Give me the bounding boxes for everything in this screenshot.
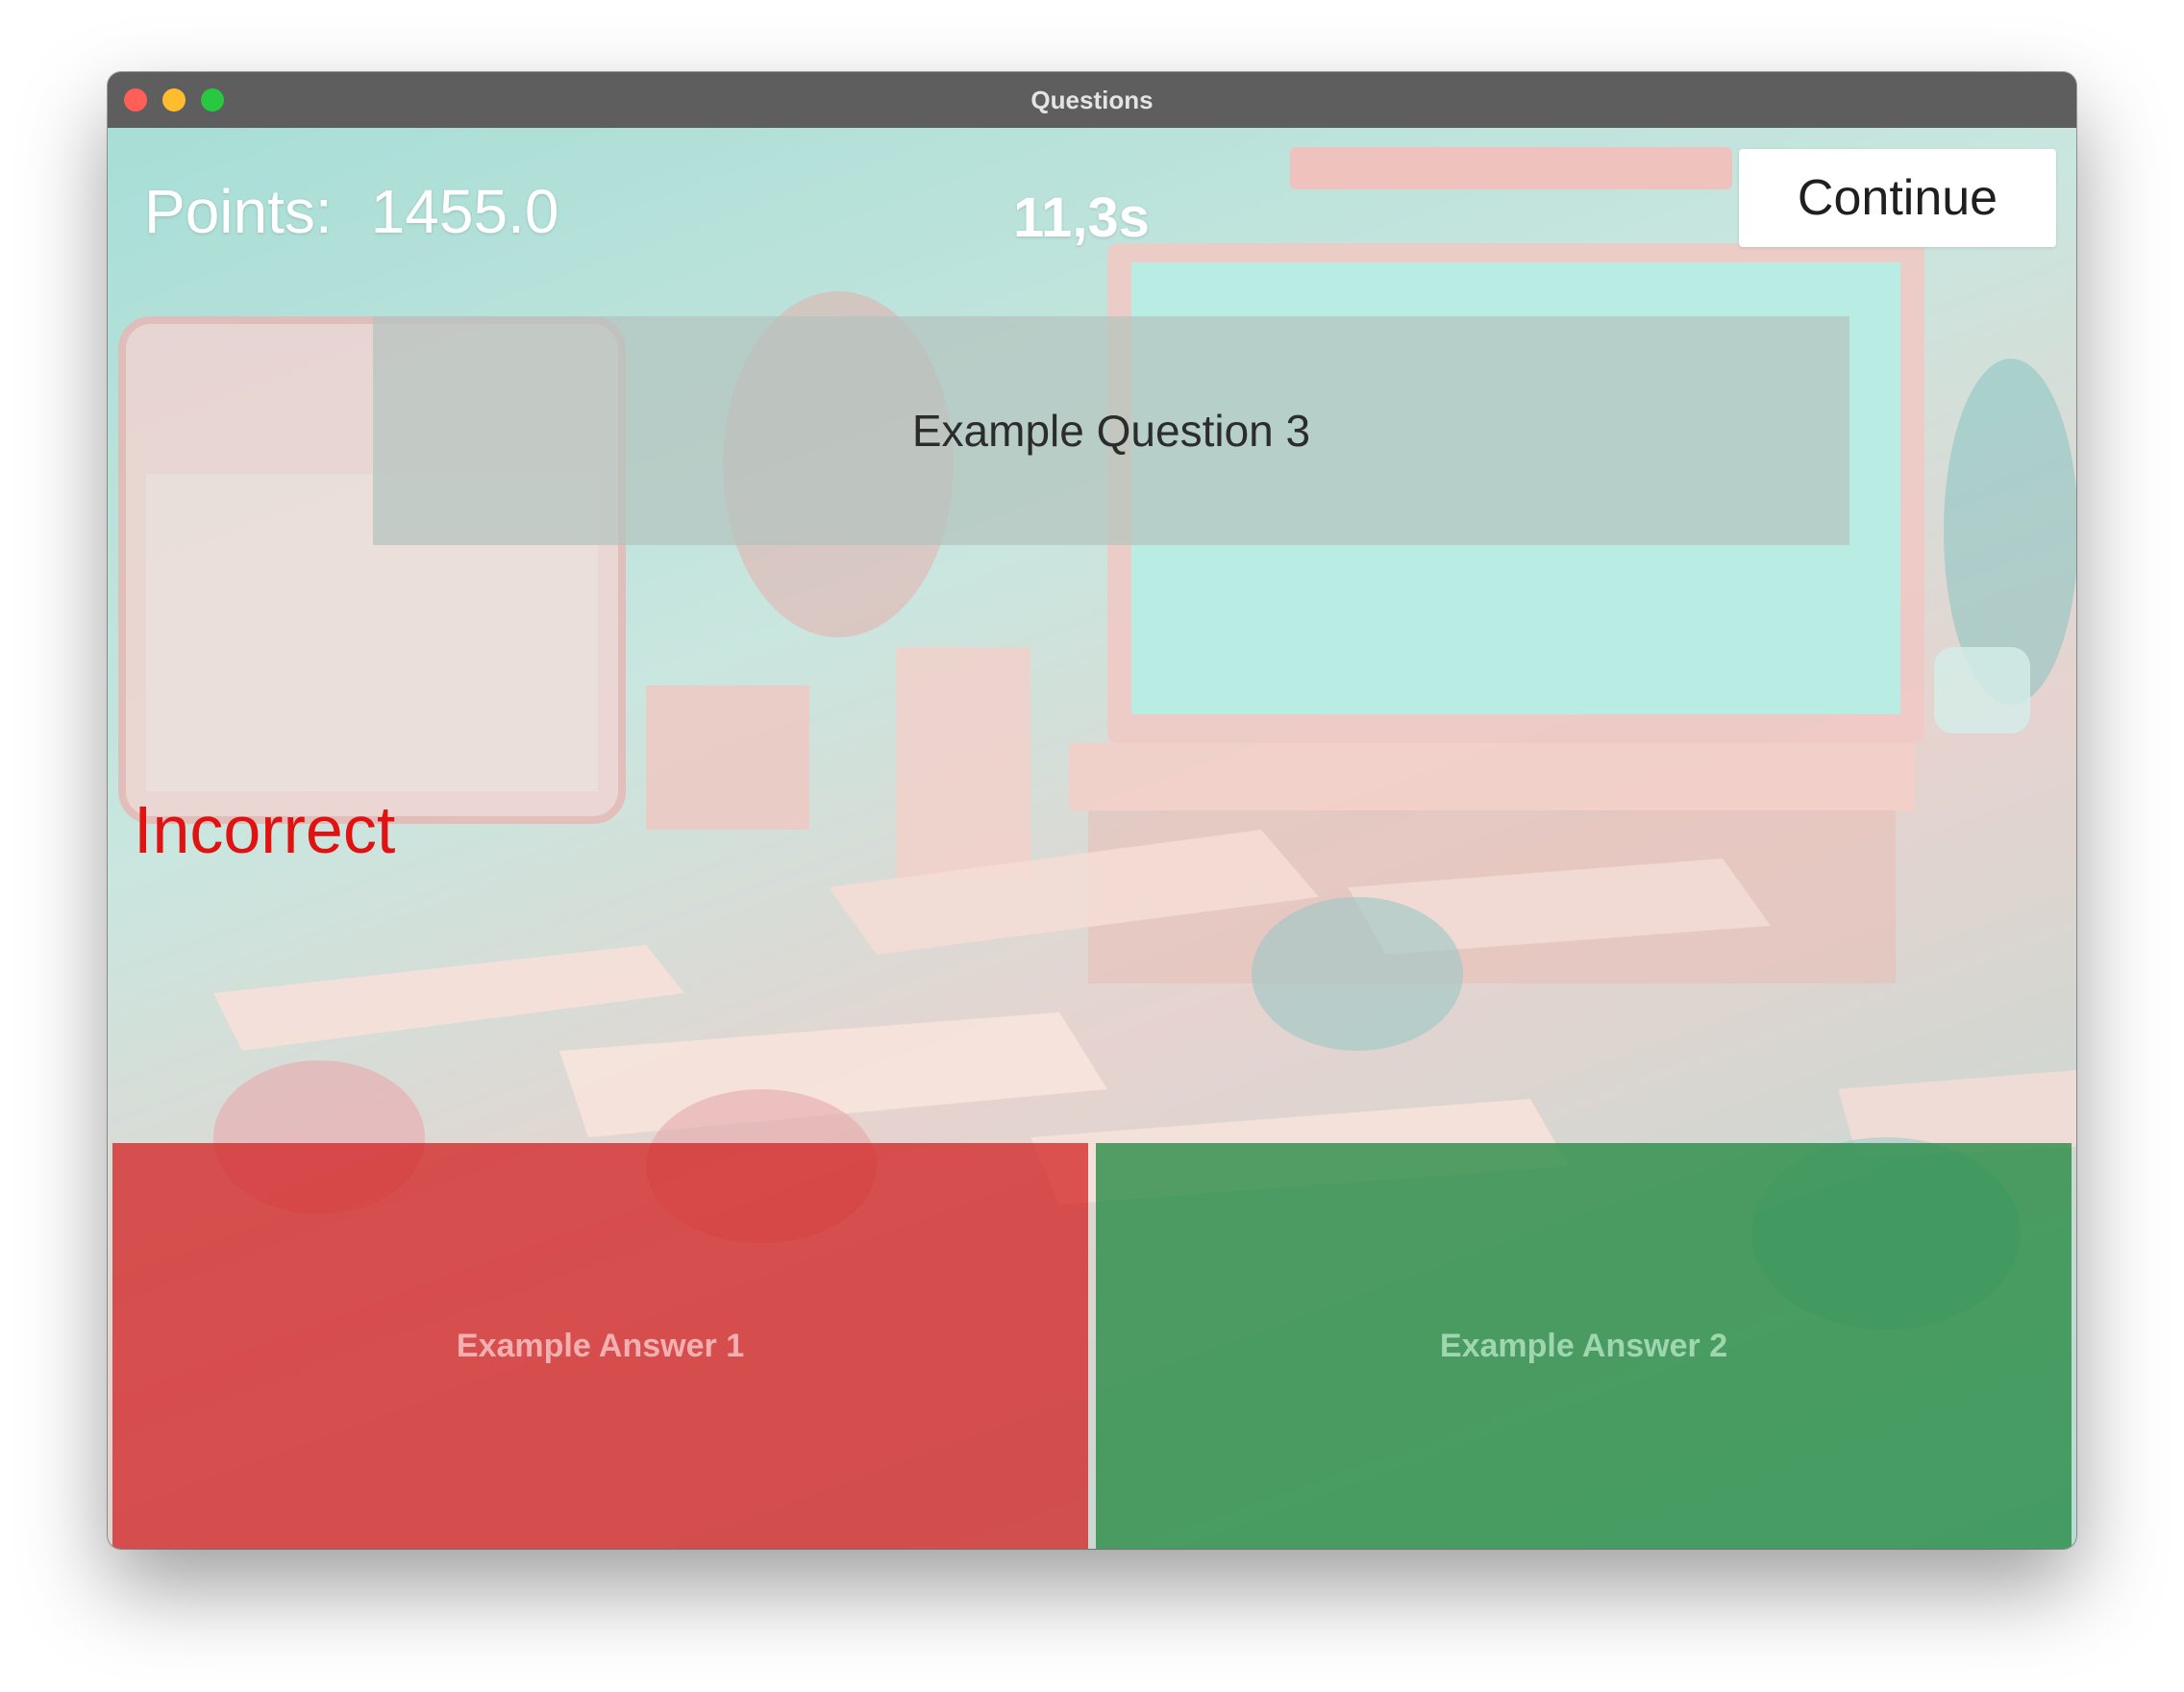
question-panel: Example Question 3 [373,316,1849,545]
title-bar: Questions [108,72,2076,129]
points-value: 1455.0 [370,177,559,246]
answer-1-button[interactable]: Example Answer 1 [112,1143,1088,1549]
app-window: Questions Points: 1455.0 11,3s Continue … [108,72,2076,1549]
points-label: Points: [144,177,333,246]
points-display: Points: 1455.0 [144,176,558,247]
continue-button[interactable]: Continue [1739,149,2056,247]
countdown-timer: 11,3s [1013,187,1150,249]
window-title: Questions [1030,86,1154,114]
answer-2-button[interactable]: Example Answer 2 [1096,1143,2072,1549]
answer-feedback-label: Incorrect [134,792,396,867]
question-text: Example Question 3 [911,406,1311,456]
quiz-content: Points: 1455.0 11,3s Continue Example Que… [108,128,2076,1549]
